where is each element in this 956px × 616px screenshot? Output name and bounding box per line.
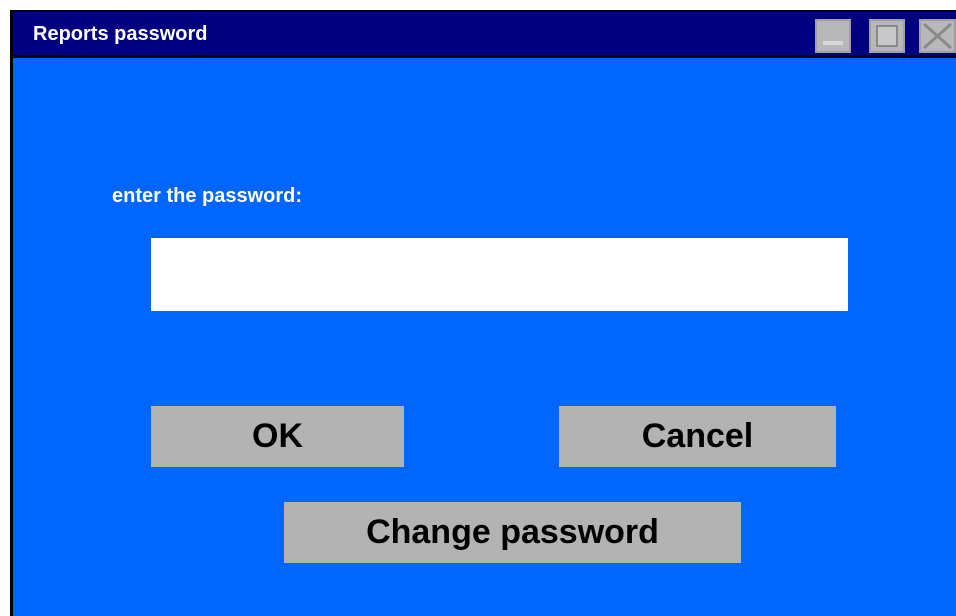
maximize-icon	[876, 25, 898, 47]
password-dialog: Reports password enter the password: OK …	[10, 10, 956, 616]
close-icon	[923, 22, 952, 50]
password-prompt-label: enter the password:	[112, 185, 303, 207]
ok-button[interactable]: OK	[151, 406, 404, 467]
close-button[interactable]	[919, 19, 956, 53]
cancel-button[interactable]: Cancel	[559, 406, 836, 467]
change-password-button[interactable]: Change password	[284, 502, 741, 563]
minimize-icon	[823, 41, 843, 45]
window-title: Reports password	[33, 23, 208, 45]
minimize-button[interactable]	[815, 19, 851, 53]
maximize-button[interactable]	[869, 19, 905, 53]
title-bar[interactable]: Reports password	[13, 12, 956, 58]
password-input[interactable]	[151, 238, 848, 311]
